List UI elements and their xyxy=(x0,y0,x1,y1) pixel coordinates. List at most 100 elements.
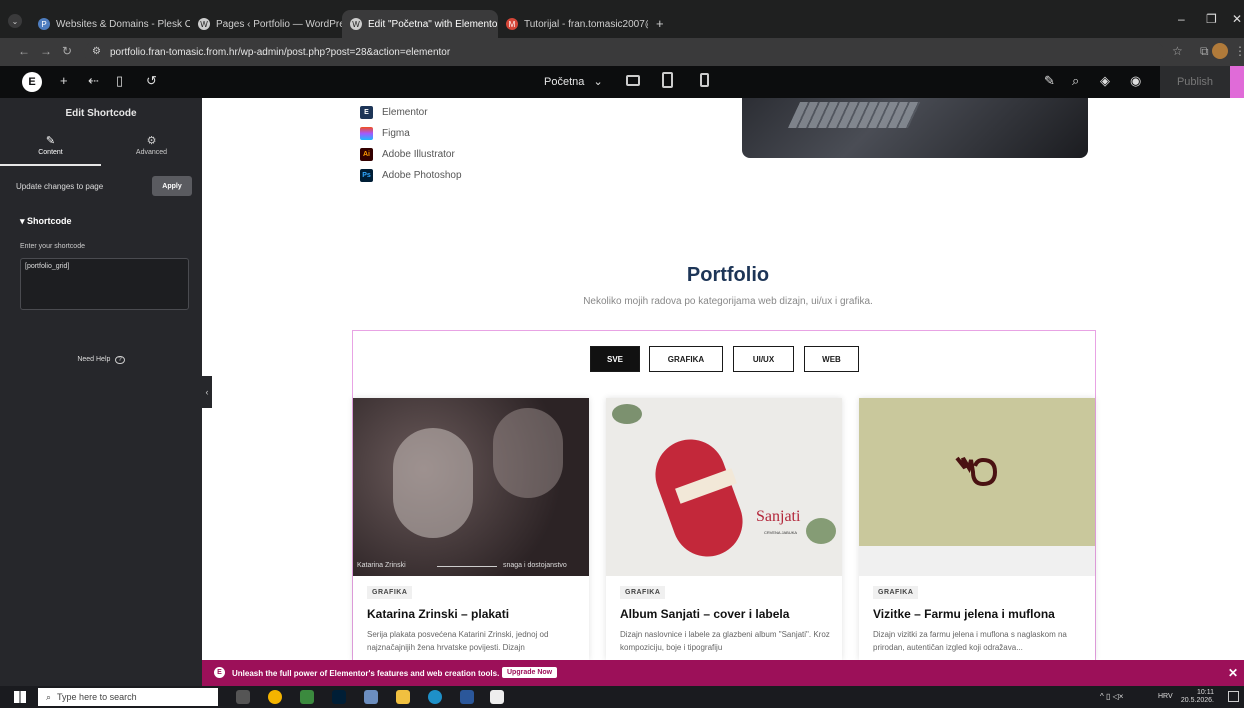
elementor-logo-icon: E xyxy=(360,105,373,119)
wordpress-favicon-icon: W xyxy=(198,18,210,30)
collapse-panel-handle[interactable]: ‹ xyxy=(202,376,212,408)
structure-icon[interactable]: ⇠ xyxy=(88,73,99,89)
card-image: Sanjati CRVENA JABUKA xyxy=(606,398,842,576)
reload-icon[interactable]: ↻ xyxy=(62,44,72,58)
photoshop-app-icon[interactable] xyxy=(332,690,346,704)
bookmark-star-icon[interactable]: ☆ xyxy=(1172,44,1183,58)
notifications-icon[interactable] xyxy=(1228,691,1239,702)
filter-uiux-button[interactable]: UI/UX xyxy=(733,346,794,372)
page-selector[interactable]: Početna ⌄ xyxy=(544,75,603,88)
tab-wordpress-pages[interactable]: W Pages ‹ Portfolio — WordPress ✕ xyxy=(190,10,342,38)
pencil-icon: ✎ xyxy=(45,135,56,147)
shortcode-textarea[interactable]: [portfolio_grid] xyxy=(20,258,189,310)
windows-start-icon[interactable] xyxy=(14,691,26,703)
tablet-view-icon[interactable] xyxy=(662,72,673,88)
hero-laptop-image xyxy=(742,98,1088,158)
preview-eye-icon[interactable]: ◉ xyxy=(1130,73,1141,89)
browser-menu-icon[interactable]: ⋮ xyxy=(1234,44,1244,58)
publish-options-button[interactable] xyxy=(1230,66,1244,98)
tab-content[interactable]: ✎ Content xyxy=(0,134,101,166)
app-icon[interactable] xyxy=(364,690,378,704)
page-settings-icon[interactable]: ▯ xyxy=(116,73,123,89)
filter-all-button[interactable]: SVE xyxy=(590,346,640,372)
tool-item: Figma xyxy=(360,126,410,140)
tab-gmail[interactable]: M Tutorijal - fran.tomasic2007@g ✕ xyxy=(498,10,648,38)
tab-elementor-edit[interactable]: W Edit "Početna" with Elementor ✕ xyxy=(342,10,498,38)
portfolio-heading: Portfolio xyxy=(686,264,770,286)
forward-icon[interactable]: → xyxy=(40,44,52,58)
taskbar-search-input[interactable]: ⌕ Type here to search xyxy=(38,688,218,706)
desktop-view-icon[interactable] xyxy=(626,75,640,86)
clock[interactable]: 10:11 20.5.2026. xyxy=(1181,689,1214,705)
search-icon: ⌕ xyxy=(46,691,52,702)
tool-item: E Elementor xyxy=(360,105,428,119)
shortcode-field-label: Enter your shortcode xyxy=(20,243,85,250)
history-icon[interactable]: ↺ xyxy=(146,73,157,89)
task-view-icon[interactable] xyxy=(236,690,250,704)
language-indicator[interactable]: HRV xyxy=(1158,693,1173,700)
deer-logo-icon xyxy=(955,456,998,487)
tab-advanced[interactable]: ⚙ Advanced xyxy=(101,134,202,166)
app-icon[interactable] xyxy=(300,690,314,704)
photoshop-logo-icon: Ps xyxy=(360,168,373,182)
need-help-link[interactable]: Need Help ? xyxy=(0,356,202,364)
word-icon[interactable] xyxy=(460,690,474,704)
portfolio-subtitle: Nekoliko mojih radova po kategorijama we… xyxy=(583,296,873,307)
app-icon[interactable] xyxy=(490,690,504,704)
profile-avatar[interactable] xyxy=(1212,43,1228,59)
upgrade-now-button[interactable]: Upgrade Now xyxy=(502,667,558,678)
tab-search-icon[interactable]: ⌄ xyxy=(8,14,22,28)
plesk-favicon-icon: P xyxy=(38,18,50,30)
card-title: Album Sanjati – cover i labela xyxy=(620,607,790,621)
filter-web-button[interactable]: WEB xyxy=(804,346,859,372)
chevron-down-icon: ⌄ xyxy=(593,76,603,88)
close-window-icon[interactable]: ✕ xyxy=(1232,12,1242,26)
card-description: Serija plakata posvećena Katarini Zrinsk… xyxy=(367,630,549,652)
elementor-sidebar: Edit Shortcode ✎ Content ⚙ Advanced Upda… xyxy=(0,98,202,660)
windows-taskbar: ⌕ Type here to search ^ ▯ ◁× HRV 10:11 2… xyxy=(0,686,1244,708)
section-shortcode-toggle[interactable]: ▾ Shortcode xyxy=(20,216,72,227)
help-icon: ? xyxy=(115,356,125,364)
portfolio-card[interactable]: Katarina Zrinski snaga i dostojanstvo GR… xyxy=(353,398,589,660)
update-changes-label: Update changes to page xyxy=(16,182,104,191)
new-tab-button[interactable]: + xyxy=(656,16,664,31)
close-icon[interactable]: ✕ xyxy=(1228,666,1238,680)
elementor-logo-icon[interactable]: E xyxy=(22,72,42,92)
file-explorer-icon[interactable] xyxy=(396,690,410,704)
restore-icon[interactable]: ❐ xyxy=(1206,12,1217,26)
page-canvas: E Elementor Figma Ai Adobe Illustrator P… xyxy=(212,98,1244,660)
elementor-logo-icon: E xyxy=(214,667,225,678)
layers-icon[interactable]: ◈ xyxy=(1100,73,1110,89)
portfolio-card[interactable]: GRAFIKA Vizitke – Farmu jelena i muflona… xyxy=(859,398,1095,660)
tool-item: Ai Adobe Illustrator xyxy=(360,147,455,161)
card-description: Dizajn vizitki za farmu jelena i muflona… xyxy=(873,630,1067,652)
publish-button[interactable]: Publish xyxy=(1160,66,1230,98)
upgrade-banner: E Unleash the full power of Elementor's … xyxy=(202,660,1244,686)
site-info-icon[interactable]: ⚙ xyxy=(92,46,101,57)
tray-icons[interactable]: ^ ▯ ◁× xyxy=(1100,692,1123,701)
search-icon[interactable]: ⌕ xyxy=(1072,73,1079,89)
caret-down-icon: ▾ xyxy=(20,216,28,226)
tab-plesk[interactable]: P Websites & Domains - Plesk Ob ✕ xyxy=(30,10,190,38)
minimize-icon[interactable]: – xyxy=(1178,12,1185,26)
wordpress-favicon-icon: W xyxy=(350,18,362,30)
mobile-view-icon[interactable] xyxy=(700,73,709,87)
card-title: Katarina Zrinski – plakati xyxy=(367,607,510,621)
add-element-icon[interactable]: + xyxy=(60,73,68,88)
elementor-top-bar: E + ⇠ ▯ ↺ Početna ⌄ ✎ ⌕ ◈ ◉ Publish xyxy=(0,66,1244,98)
notes-icon[interactable]: ✎ xyxy=(1044,73,1055,89)
back-icon[interactable]: ← xyxy=(18,44,30,58)
url-field[interactable]: ⚙ portfolio.fran-tomasic.from.hr/wp-admi… xyxy=(84,42,1164,62)
card-category-badge: GRAFIKA xyxy=(620,586,666,599)
extensions-icon[interactable]: ⧉ xyxy=(1200,44,1209,59)
tool-item: Ps Adobe Photoshop xyxy=(360,168,462,182)
card-image: Katarina Zrinski snaga i dostojanstvo xyxy=(353,398,589,576)
card-category-badge: GRAFIKA xyxy=(873,586,919,599)
card-title: Vizitke – Farmu jelena i muflona xyxy=(873,607,1055,621)
apply-button[interactable]: Apply xyxy=(152,176,192,196)
gmail-favicon-icon: M xyxy=(506,18,518,30)
chrome-icon[interactable] xyxy=(268,690,282,704)
filter-grafika-button[interactable]: GRAFIKA xyxy=(649,346,723,372)
portfolio-card[interactable]: Sanjati CRVENA JABUKA GRAFIKA Album Sanj… xyxy=(606,398,842,660)
edge-icon[interactable] xyxy=(428,690,442,704)
